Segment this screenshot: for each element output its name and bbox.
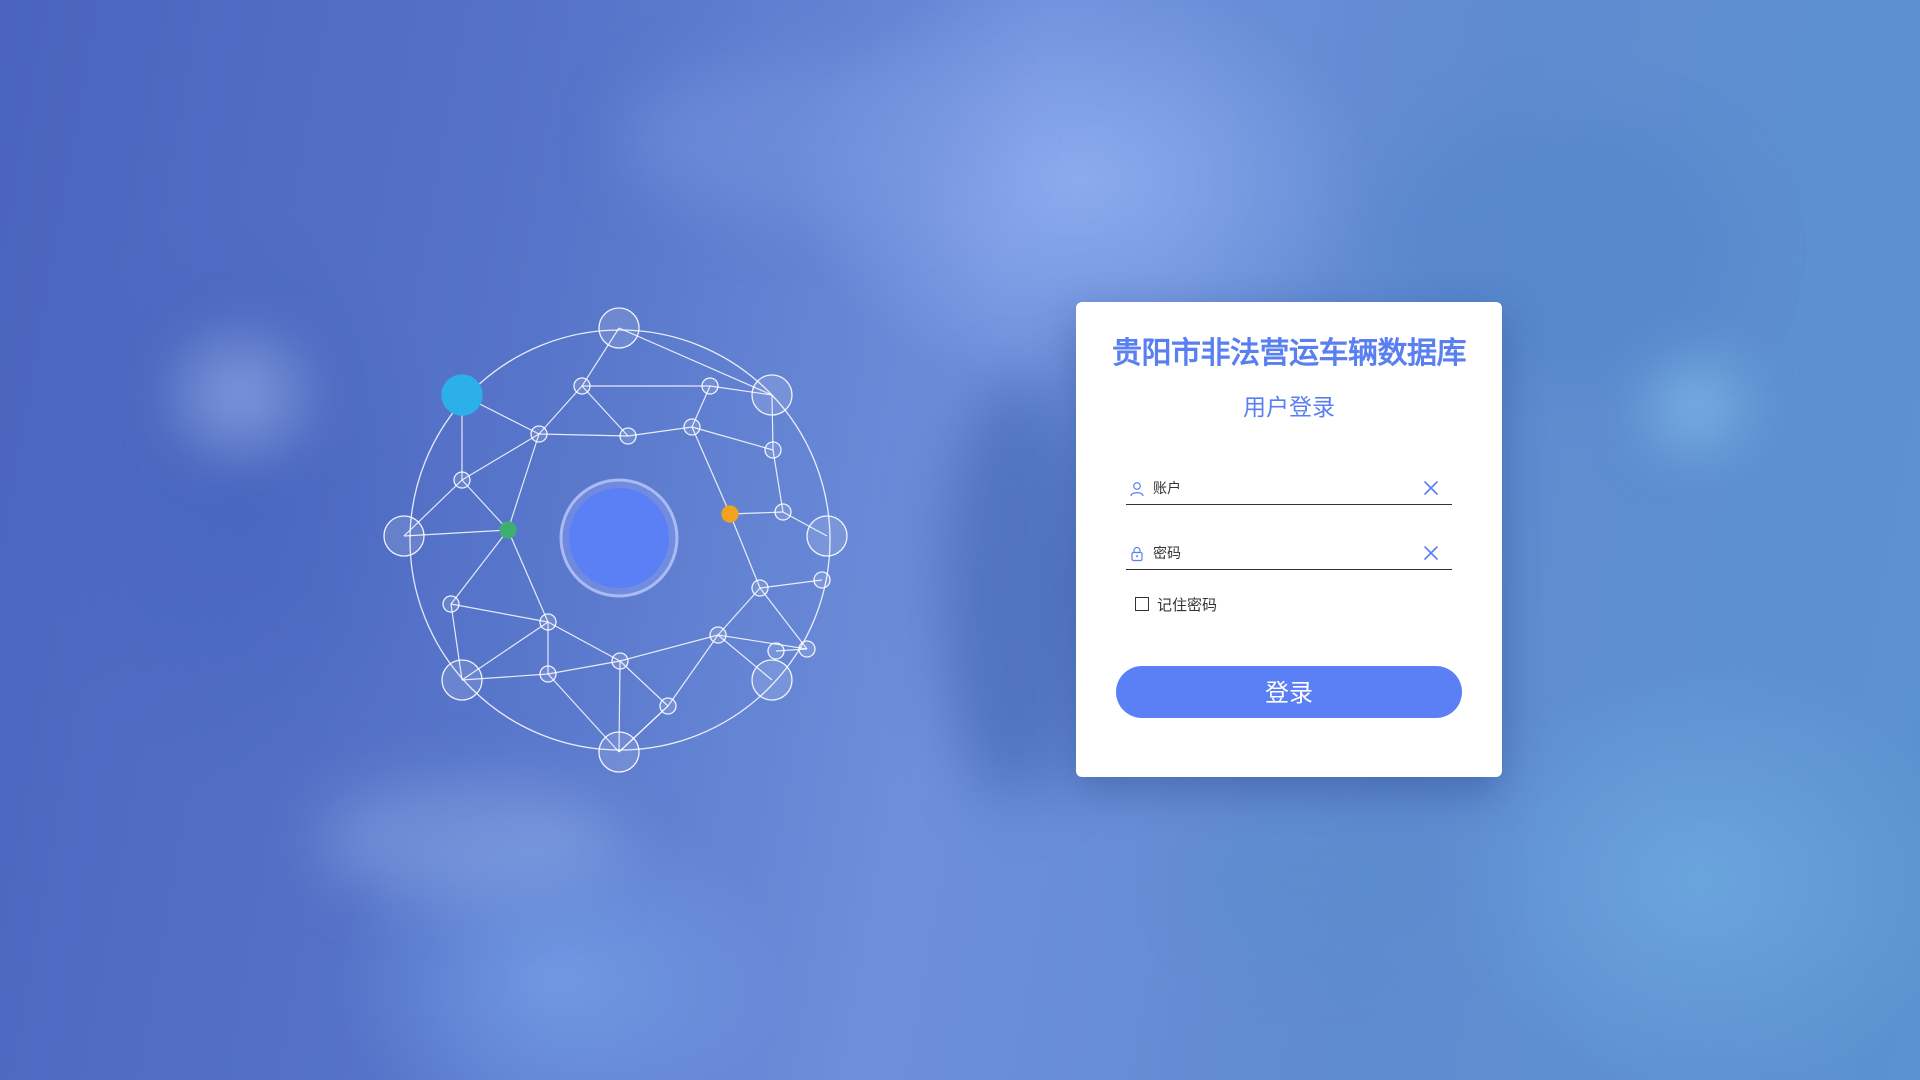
- network-edge: [772, 449, 784, 513]
- network-edge: [667, 634, 719, 707]
- network-node: [701, 377, 719, 395]
- network-edge: [461, 479, 509, 531]
- network-node: [659, 697, 677, 715]
- account-field: [1126, 474, 1452, 505]
- network-node: [767, 642, 785, 660]
- lock-icon: [1129, 546, 1145, 562]
- login-subtitle: 用户登录: [1243, 395, 1335, 421]
- network-edge: [619, 634, 719, 662]
- network-edge: [627, 426, 693, 437]
- network-node: [453, 471, 471, 489]
- network-edge: [547, 660, 621, 675]
- network-node: [709, 626, 727, 644]
- network-diagram: [383, 307, 848, 773]
- network-edge: [507, 529, 549, 623]
- network-edge: [759, 579, 823, 589]
- network-edge: [618, 327, 773, 396]
- network-node: [530, 425, 548, 443]
- network-edge: [461, 433, 540, 481]
- background: [0, 0, 1920, 1080]
- network-graphic: [380, 300, 860, 780]
- clear-password-icon[interactable]: [1422, 544, 1440, 562]
- network-node: [598, 731, 640, 773]
- network-node: [539, 613, 557, 631]
- user-icon: [1129, 481, 1145, 497]
- network-node: [611, 652, 629, 670]
- network-node: [764, 441, 782, 459]
- center-node: [569, 488, 669, 588]
- app-title: 贵阳市非法营运车辆数据库: [1112, 336, 1467, 371]
- network-node: [806, 515, 848, 557]
- password-field: [1126, 539, 1452, 570]
- network-node: [598, 307, 640, 349]
- network-node: [683, 418, 701, 436]
- network-node-blue: [441, 374, 483, 416]
- clear-account-icon[interactable]: [1422, 479, 1440, 497]
- network-node: [573, 377, 591, 395]
- network-node: [798, 640, 816, 658]
- remember-password-checkbox[interactable]: [1135, 597, 1149, 611]
- network-edge: [547, 621, 621, 662]
- network-node: [442, 595, 460, 613]
- login-card: 贵阳市非法营运车辆数据库 用户登录 账户 记住密码 登录: [1076, 302, 1502, 777]
- network-edge: [759, 587, 808, 650]
- remember-password: 记住密码: [1135, 594, 1217, 614]
- network-node: [751, 659, 793, 701]
- network-edge: [717, 587, 761, 636]
- network-node: [813, 571, 831, 589]
- password-input[interactable]: [1153, 543, 1413, 565]
- network-edge: [691, 426, 731, 515]
- network-edge: [581, 385, 629, 437]
- network-edge: [619, 660, 669, 707]
- network-node-green: [499, 521, 517, 539]
- login-button[interactable]: 登录: [1116, 666, 1462, 718]
- network-edge: [729, 513, 761, 589]
- network-node: [751, 374, 793, 416]
- network-edge: [691, 426, 774, 451]
- network-edge: [450, 529, 509, 605]
- network-node: [619, 427, 637, 445]
- network-edge: [507, 433, 540, 531]
- network-node: [751, 579, 769, 597]
- network-node: [383, 515, 425, 557]
- remember-password-label[interactable]: 记住密码: [1157, 594, 1217, 615]
- network-node-orange: [721, 505, 739, 523]
- network-node: [539, 665, 557, 683]
- network-edge: [538, 385, 583, 435]
- network-edge: [538, 433, 629, 437]
- network-node: [774, 503, 792, 521]
- account-input[interactable]: [1153, 478, 1413, 500]
- network-edge: [450, 603, 549, 623]
- network-node: [441, 659, 483, 701]
